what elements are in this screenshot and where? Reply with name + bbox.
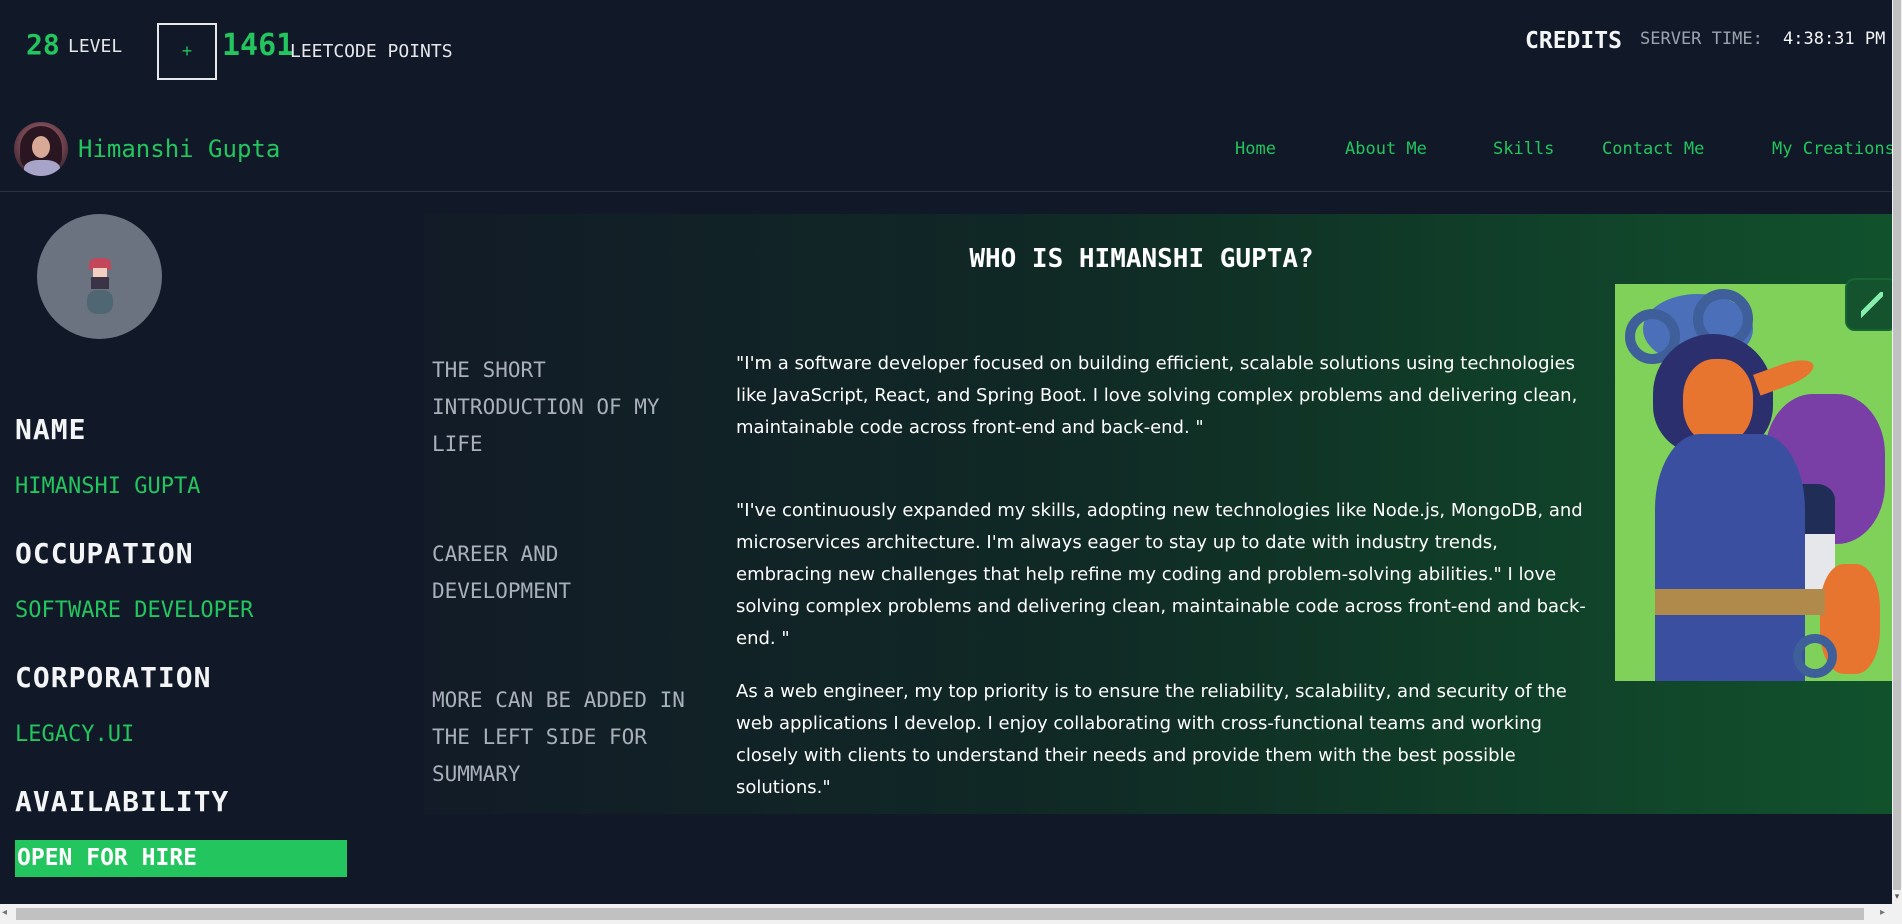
section-label-career: CAREER AND DEVELOPMENT [432,542,572,603]
scroll-right-arrow-icon[interactable]: ▸ [1880,907,1885,918]
nav-link-my-creations[interactable]: My Creations [1772,139,1895,159]
name-label: NAME [15,413,87,446]
profile-sprite [37,214,162,339]
availability-label: AVAILABILITY [15,785,230,818]
occupation-label: OCCUPATION [15,537,194,570]
avatar[interactable] [14,122,68,176]
top-status-bar: 28 LEVEL + 1461 LEETCODE POINTS CREDITS … [0,0,1892,95]
side-widget-button[interactable] [1845,278,1898,331]
character-illustration [1615,284,1892,681]
plus-icon: + [181,41,193,61]
nav-link-skills[interactable]: Skills [1493,139,1554,159]
scroll-left-arrow-icon[interactable]: ◂ [2,907,7,918]
horizontal-scrollbar-thumb[interactable] [16,908,1864,920]
about-panel: WHO IS HIMANSHI GUPTA? THE SHORT INTRODU… [424,214,1892,814]
section-text-career: "I've continuously expanded my skills, a… [736,500,1586,649]
bolt-icon [1860,291,1883,318]
scroll-down-arrow-icon[interactable]: ▾ [1892,890,1902,904]
about-title: WHO IS HIMANSHI GUPTA? [969,244,1314,274]
vertical-scrollbar[interactable]: ▾ [1892,0,1902,904]
brand-name[interactable]: Himanshi Gupta [78,135,280,163]
nav-link-contact-me[interactable]: Contact Me [1602,139,1704,159]
vertical-scrollbar-thumb[interactable] [1893,0,1901,890]
server-time-value: 4:38:31 PM [1783,29,1886,49]
add-points-button[interactable]: + [157,23,217,80]
name-value: HIMANSHI GUPTA [15,474,201,499]
level-label: LEVEL [68,36,123,57]
nav-link-home[interactable]: Home [1235,139,1276,159]
occupation-value: SOFTWARE DEVELOPER [15,598,254,623]
corporation-label: CORPORATION [15,661,212,694]
section-label-summary: MORE CAN BE ADDED IN THE LEFT SIDE FOR S… [432,688,685,786]
level-value: 28 [26,28,60,61]
server-time-label: SERVER TIME: [1640,29,1763,49]
section-label-introduction: THE SHORT INTRODUCTION OF MY LIFE [432,358,660,456]
credits-link[interactable]: CREDITS [1525,28,1622,54]
section-text-summary: As a web engineer, my top priority is to… [736,681,1567,798]
availability-badge: OPEN FOR HIRE [15,840,347,877]
corporation-value: LEGACY.UI [15,722,135,747]
nav-link-about-me[interactable]: About Me [1345,139,1427,159]
section-text-introduction: "I'm a software developer focused on bui… [736,353,1578,438]
leetcode-points-value: 1461 [222,28,295,63]
horizontal-scrollbar[interactable]: ◂ ▸ [0,904,1902,924]
leetcode-points-label: LEETCODE POINTS [290,41,453,62]
pixel-character-icon [85,258,113,314]
main-navbar: Himanshi Gupta Home About Me Skills Cont… [0,112,1895,192]
